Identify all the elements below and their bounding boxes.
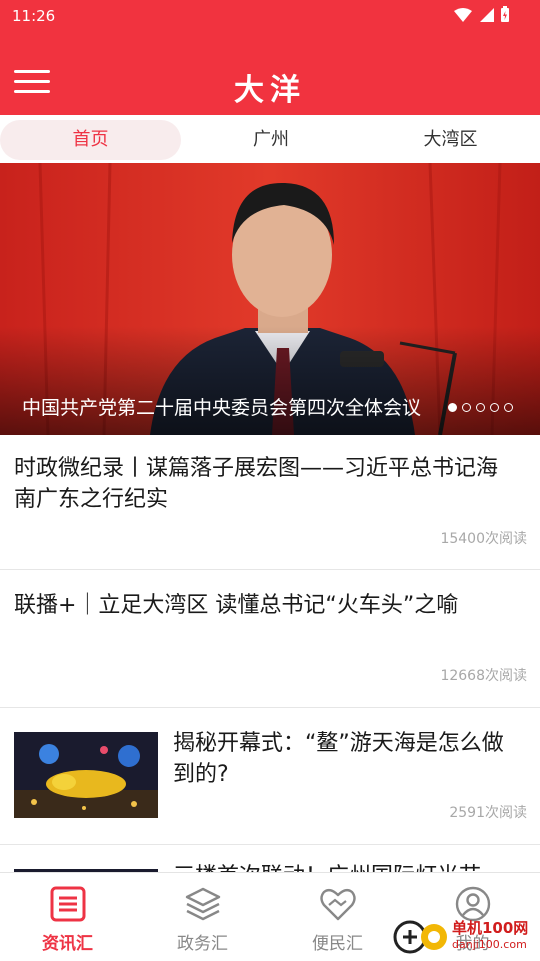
battery-icon xyxy=(501,6,509,22)
carousel-dot[interactable] xyxy=(476,403,485,412)
carousel-dot[interactable] xyxy=(504,403,513,412)
channel-tabs: 首页 广州 大湾区 xyxy=(0,115,540,163)
status-time: 11:26 xyxy=(12,7,56,25)
carousel-indicators xyxy=(448,403,513,412)
wifi-icon xyxy=(454,7,472,22)
article-item[interactable]: 揭秘开幕式：“鳌”游天海是怎么做到的? 2591次阅读 xyxy=(0,708,540,845)
carousel-dot[interactable] xyxy=(448,403,457,412)
hero-caption: 中国共产党第二十届中央委员会第四次全体会议 xyxy=(22,397,422,419)
nav-services[interactable]: 便民汇 xyxy=(270,873,405,961)
watermark-text: 单机100网 xyxy=(452,919,529,937)
article-title: 时政微纪录丨谋篇落子展宏图——习近平总书记海南广东之行纪实 xyxy=(14,456,499,512)
tab-home[interactable]: 首页 xyxy=(0,120,181,160)
hero-carousel[interactable]: 中国共产党第二十届中央委员会第四次全体会议 xyxy=(0,163,540,435)
article-item[interactable]: 联播+｜立足大湾区 读懂总书记“火车头”之喻 12668次阅读 xyxy=(0,570,540,708)
tab-guangzhou[interactable]: 广州 xyxy=(181,120,361,160)
nav-label: 政务汇 xyxy=(177,934,228,954)
nav-label: 资讯汇 xyxy=(42,934,93,954)
app-title: 大洋 xyxy=(234,73,306,108)
system-icons xyxy=(454,6,510,23)
tab-greater-bay-area[interactable]: 大湾区 xyxy=(361,120,540,160)
status-bar: 11:26 xyxy=(0,0,540,32)
article-thumbnail xyxy=(14,732,158,818)
watermark-logo-icon xyxy=(393,920,447,954)
article-title: 揭秘开幕式：“鳌”游天海是怎么做到的? xyxy=(173,731,504,787)
article-title: 联播+｜立足大湾区 读懂总书记“火车头”之喻 xyxy=(14,593,459,618)
nav-news[interactable]: 资讯汇 xyxy=(0,873,135,961)
article-read-count: 12668次阅读 xyxy=(440,668,527,684)
app-header: 大洋 xyxy=(0,32,540,115)
news-list-icon xyxy=(50,886,86,922)
site-watermark: 单机100网 danji100.com xyxy=(392,915,540,960)
article-read-count: 2591次阅读 xyxy=(449,805,527,821)
nav-government[interactable]: 政务汇 xyxy=(135,873,270,961)
watermark-url: danji100.com xyxy=(452,938,527,951)
carousel-dot[interactable] xyxy=(490,403,499,412)
heart-hands-icon xyxy=(320,888,356,921)
carousel-dot[interactable] xyxy=(462,403,471,412)
signal-icon xyxy=(480,7,494,22)
nav-label: 便民汇 xyxy=(312,934,363,954)
article-item[interactable]: 时政微纪录丨谋篇落子展宏图——习近平总书记海南广东之行纪实 15400次阅读 xyxy=(0,435,540,570)
layers-icon xyxy=(185,887,221,921)
article-read-count: 15400次阅读 xyxy=(440,531,527,547)
